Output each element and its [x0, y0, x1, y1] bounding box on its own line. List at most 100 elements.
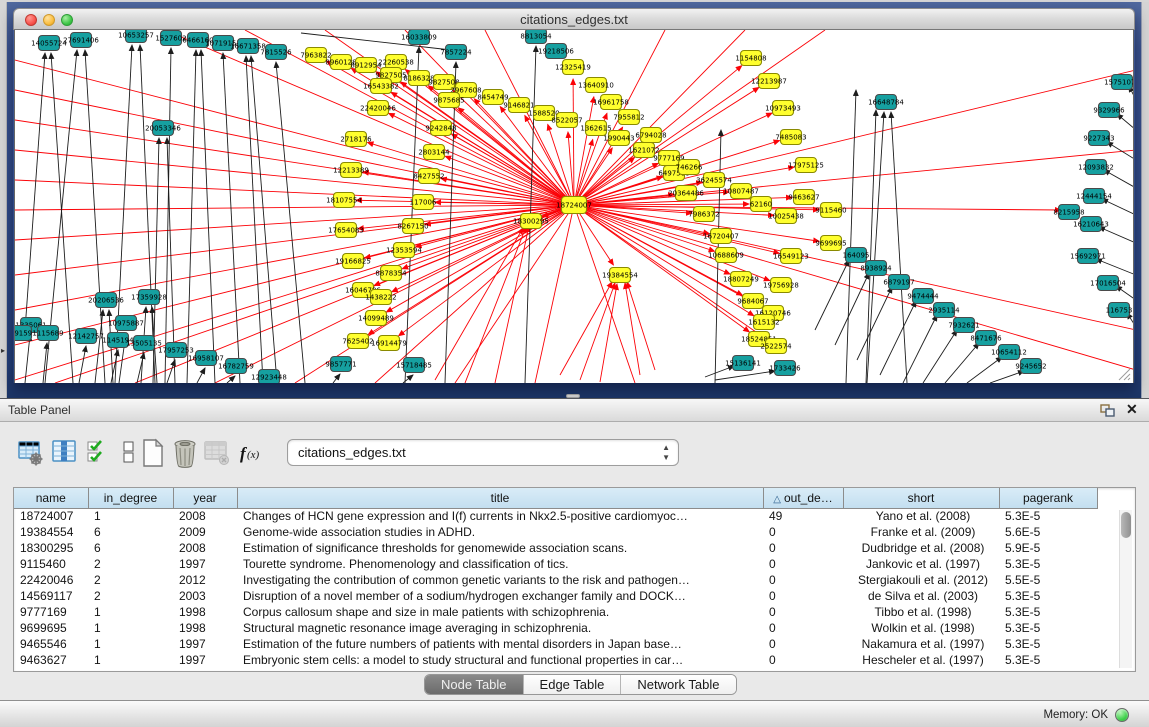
graph-edge-black[interactable] — [705, 366, 734, 377]
column-header-in_degree[interactable]: in_degree — [88, 488, 173, 508]
table-selector-dropdown[interactable]: citations_edges.txt ▲▼ — [287, 439, 679, 466]
cell-title[interactable]: Embryonic stem cells: a model to study s… — [237, 652, 763, 668]
resize-grip-icon[interactable] — [1115, 367, 1131, 381]
cell-out_de[interactable]: 0 — [763, 636, 843, 652]
graph-edge-black[interactable] — [715, 371, 775, 380]
graph-edge-black[interactable] — [43, 343, 47, 383]
cell-name[interactable]: 22420046 — [14, 572, 88, 588]
cell-name[interactable]: 14569117 — [14, 588, 88, 604]
cell-short[interactable]: de Silva et al. (2003) — [843, 588, 999, 604]
graph-edge-black[interactable] — [197, 368, 205, 383]
tab-edge-table[interactable]: Edge Table — [524, 675, 622, 694]
graph-edge-black[interactable] — [167, 360, 175, 383]
graph-edge-red[interactable] — [573, 79, 574, 205]
graph-edge-black[interactable] — [95, 310, 103, 383]
cell-pagerank[interactable]: 5.3E-5 — [999, 652, 1097, 668]
cell-pagerank[interactable]: 5.5E-5 — [999, 572, 1097, 588]
cell-out_de[interactable]: 0 — [763, 524, 843, 540]
cell-pagerank[interactable]: 5.3E-5 — [999, 556, 1097, 572]
cell-year[interactable]: 2008 — [173, 540, 237, 556]
column-header-pagerank[interactable]: pagerank — [999, 488, 1097, 508]
cell-name[interactable]: 9465546 — [14, 636, 88, 652]
cell-out_de[interactable]: 0 — [763, 572, 843, 588]
cell-short[interactable]: Yano et al. (2008) — [843, 508, 999, 524]
cell-short[interactable]: Franke et al. (2009) — [843, 524, 999, 540]
table-mode-icon[interactable] — [18, 438, 44, 468]
cell-in_degree[interactable]: 1 — [88, 620, 173, 636]
table-row[interactable]: 2242004622012Investigating the contribut… — [14, 572, 1097, 588]
panel-collapse-arrow[interactable]: ▸ — [1, 346, 5, 355]
cell-pagerank[interactable]: 5.3E-5 — [999, 620, 1097, 636]
graph-edge-black[interactable] — [945, 343, 979, 383]
cell-name[interactable]: 9115460 — [14, 556, 88, 572]
graph-edge-red[interactable] — [495, 226, 529, 383]
cell-short[interactable]: Wolkin et al. (1998) — [843, 620, 999, 636]
graph-edge-red[interactable] — [580, 283, 615, 380]
cell-name[interactable]: 9777169 — [14, 604, 88, 620]
graph-edge-red[interactable] — [627, 282, 655, 370]
cell-title[interactable]: Estimation of significance thresholds fo… — [237, 540, 763, 556]
new-file-icon[interactable] — [140, 438, 166, 468]
scrollbar-thumb[interactable] — [1121, 512, 1131, 538]
cell-out_de[interactable]: 0 — [763, 556, 843, 572]
cell-short[interactable]: Dudbridge et al. (2008) — [843, 540, 999, 556]
graph-edge-red[interactable] — [574, 205, 1134, 370]
graph-edge-black[interactable] — [1117, 114, 1134, 130]
graph-edge-black[interactable] — [445, 62, 456, 383]
column-header-name[interactable]: name — [14, 488, 88, 508]
cell-title[interactable]: Structural magnetic resonance image aver… — [237, 620, 763, 636]
close-icon[interactable]: ✕ — [1126, 401, 1138, 418]
cell-out_de[interactable]: 0 — [763, 540, 843, 556]
cell-pagerank[interactable]: 5.6E-5 — [999, 524, 1097, 540]
cell-short[interactable]: Stergiakouli et al. (2012) — [843, 572, 999, 588]
graph-edge-red[interactable] — [15, 90, 574, 205]
cell-title[interactable]: Estimation of the future numbers of pati… — [237, 636, 763, 652]
table-row[interactable]: 1456911722003Disruption of a novel membe… — [14, 588, 1097, 604]
cell-in_degree[interactable]: 1 — [88, 604, 173, 620]
cell-out_de[interactable]: 49 — [763, 508, 843, 524]
column-header-title[interactable]: title — [237, 488, 763, 508]
select-all-icon[interactable] — [86, 438, 112, 468]
cell-year[interactable]: 1998 — [173, 620, 237, 636]
function-builder-icon[interactable]: f (x) — [238, 438, 264, 468]
table-row[interactable]: 969969511998Structural magnetic resonanc… — [14, 620, 1097, 636]
window-titlebar[interactable]: citations_edges.txt — [13, 8, 1135, 30]
graph-edge-black[interactable] — [201, 50, 215, 383]
splitter-grip[interactable] — [566, 394, 580, 398]
cell-name[interactable]: 9699695 — [14, 620, 88, 636]
delete-icon[interactable] — [172, 438, 198, 468]
table-row[interactable]: 977716911998Corpus callosum shape and si… — [14, 604, 1097, 620]
cell-title[interactable]: Disruption of a novel member of a sodium… — [237, 588, 763, 604]
graph-edge-black[interactable] — [1102, 199, 1134, 215]
cell-pagerank[interactable]: 5.3E-5 — [999, 588, 1097, 604]
graph-edge-black[interactable] — [403, 375, 413, 383]
table-row[interactable]: 946362711997Embryonic stem cells: a mode… — [14, 652, 1097, 668]
cell-pagerank[interactable]: 5.3E-5 — [999, 604, 1097, 620]
graph-edge-black[interactable] — [835, 273, 869, 345]
column-header-short[interactable]: short — [843, 488, 999, 508]
cell-title[interactable]: Genome-wide association studies in ADHD. — [237, 524, 763, 540]
graph-edge-black[interactable] — [846, 90, 856, 383]
graph-edge-black[interactable] — [333, 374, 340, 383]
graph-edge-red[interactable] — [465, 227, 526, 383]
cell-year[interactable]: 1997 — [173, 652, 237, 668]
cell-out_de[interactable]: 0 — [763, 604, 843, 620]
graph-edge-black[interactable] — [880, 301, 916, 375]
cell-out_de[interactable]: 0 — [763, 652, 843, 668]
cell-year[interactable]: 2008 — [173, 508, 237, 524]
cell-in_degree[interactable]: 6 — [88, 524, 173, 540]
cell-pagerank[interactable]: 5.9E-5 — [999, 540, 1097, 556]
vertical-scrollbar[interactable] — [1119, 510, 1132, 668]
graph-edge-black[interactable] — [165, 48, 171, 383]
cell-in_degree[interactable]: 1 — [88, 636, 173, 652]
cell-title[interactable]: Changes of HCN gene expression and I(f) … — [237, 508, 763, 524]
network-canvas[interactable]: 7963822896012889129542226053898275051654… — [14, 30, 1134, 383]
graph-edge-black[interactable] — [891, 112, 907, 383]
cell-short[interactable]: Nakamura et al. (1997) — [843, 636, 999, 652]
graph-edge-black[interactable] — [227, 376, 235, 383]
tab-network-table[interactable]: Network Table — [621, 675, 735, 694]
cell-short[interactable]: Hescheler et al. (1997) — [843, 652, 999, 668]
cell-year[interactable]: 1997 — [173, 636, 237, 652]
graph-edge-red[interactable] — [435, 228, 523, 380]
unselect-all-icon[interactable] — [116, 438, 142, 468]
